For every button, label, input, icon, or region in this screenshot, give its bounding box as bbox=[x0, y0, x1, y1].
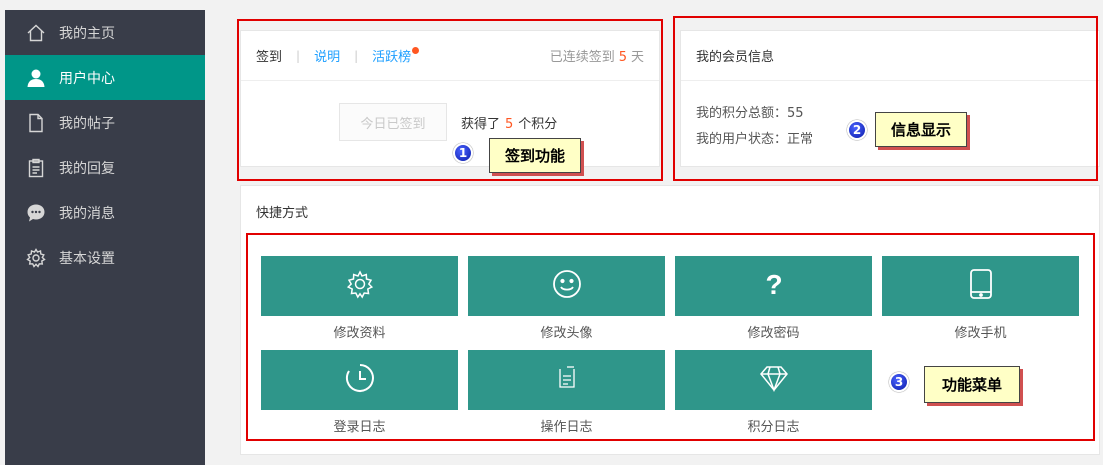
sidebar-item-label: 我的消息 bbox=[59, 205, 115, 222]
annotation-callout-info: 信息显示 bbox=[875, 112, 967, 147]
signin-tabs: 签到 | 说明 | 活跃榜 bbox=[256, 46, 420, 65]
earned-points-text: 获得了 5 个积分 bbox=[461, 113, 557, 132]
annotation-number-1: 1 bbox=[453, 143, 473, 163]
quick-label: 登录日志 bbox=[333, 420, 386, 435]
quick-actions-header: 快捷方式 bbox=[241, 186, 1099, 236]
gear-icon bbox=[25, 247, 47, 269]
gear-icon bbox=[344, 268, 376, 304]
operation-log-button[interactable]: 操作日志 bbox=[468, 350, 665, 435]
clipboard-icon bbox=[25, 157, 47, 179]
streak-days: 5 bbox=[618, 50, 627, 65]
annotation-callout-signin: 签到功能 bbox=[489, 138, 581, 173]
svg-text:?: ? bbox=[765, 269, 782, 300]
clock-icon bbox=[344, 362, 376, 398]
quick-tile: ? bbox=[675, 256, 872, 316]
diamond-icon bbox=[758, 362, 790, 398]
login-log-button[interactable]: 登录日志 bbox=[261, 350, 458, 435]
earned-suffix: 个积分 bbox=[518, 116, 558, 132]
sidebar-item-messages[interactable]: 我的消息 bbox=[5, 190, 205, 235]
tab-divider: | bbox=[354, 48, 359, 63]
edit-avatar-button[interactable]: 修改头像 bbox=[468, 256, 665, 341]
quick-tile bbox=[468, 256, 665, 316]
sidebar-item-label: 用户中心 bbox=[59, 70, 115, 87]
sidebar-item-settings[interactable]: 基本设置 bbox=[5, 235, 205, 280]
quick-label: 修改头像 bbox=[540, 326, 593, 341]
quick-label: 操作日志 bbox=[540, 420, 593, 435]
streak-suffix: 天 bbox=[630, 50, 644, 65]
quick-tile bbox=[882, 256, 1079, 316]
sidebar-item-label: 我的回复 bbox=[59, 160, 115, 177]
sidebar-item-label: 我的主页 bbox=[59, 25, 115, 42]
member-info-header: 我的会员信息 bbox=[681, 31, 1099, 81]
signin-body: 今日已签到 获得了 5 个积分 bbox=[241, 81, 659, 141]
home-icon bbox=[25, 22, 47, 44]
sidebar-item-posts[interactable]: 我的帖子 bbox=[5, 100, 205, 145]
sidebar-item-home[interactable]: 我的主页 bbox=[5, 10, 205, 55]
chat-bubble-icon bbox=[25, 202, 47, 224]
signin-panel-header: 签到 | 说明 | 活跃榜 已连续签到 5 天 bbox=[241, 31, 659, 81]
tab-divider: | bbox=[296, 48, 301, 63]
annotation-callout-menu: 功能菜单 bbox=[924, 366, 1020, 403]
signed-today-button[interactable]: 今日已签到 bbox=[339, 103, 447, 141]
tab-leaderboard-label: 活跃榜 bbox=[372, 50, 412, 65]
quick-actions-panel: 快捷方式 修改资料 修改头像 ? 修改密码 修改手机 登录日志 操作日志 积分日… bbox=[240, 185, 1100, 455]
quick-actions-title: 快捷方式 bbox=[256, 205, 309, 221]
sidebar-item-replies[interactable]: 我的回复 bbox=[5, 145, 205, 190]
change-password-button[interactable]: ? 修改密码 bbox=[675, 256, 872, 341]
tab-leaderboard[interactable]: 活跃榜 bbox=[372, 46, 420, 65]
quick-tile bbox=[261, 350, 458, 410]
earned-points: 5 bbox=[505, 116, 514, 132]
notification-dot bbox=[412, 47, 420, 54]
annotation-number-2: 2 bbox=[847, 120, 867, 140]
annotation-number-3: 3 bbox=[889, 372, 909, 392]
tab-instructions[interactable]: 说明 bbox=[314, 46, 340, 65]
signin-panel: 签到 | 说明 | 活跃榜 已连续签到 5 天 今日已签到 获得了 5 个积分 bbox=[240, 30, 660, 167]
earned-prefix: 获得了 bbox=[461, 116, 501, 132]
quick-tile bbox=[468, 350, 665, 410]
member-info-title: 我的会员信息 bbox=[696, 50, 775, 65]
tab-signin[interactable]: 签到 bbox=[256, 46, 282, 65]
user-icon bbox=[25, 67, 47, 89]
log-icon bbox=[551, 362, 583, 398]
quick-tile bbox=[675, 350, 872, 410]
signin-streak: 已连续签到 5 天 bbox=[550, 46, 644, 65]
quick-label: 修改资料 bbox=[333, 326, 386, 341]
document-icon bbox=[25, 112, 47, 134]
sidebar: 我的主页 用户中心 我的帖子 我的回复 我的消息 基本设置 bbox=[5, 10, 205, 465]
change-phone-button[interactable]: 修改手机 bbox=[882, 256, 1079, 341]
sidebar-item-user-center[interactable]: 用户中心 bbox=[5, 55, 205, 100]
tablet-icon bbox=[965, 268, 997, 304]
edit-profile-button[interactable]: 修改资料 bbox=[261, 256, 458, 341]
quick-tile bbox=[261, 256, 458, 316]
quick-label: 积分日志 bbox=[747, 420, 800, 435]
quick-label: 修改密码 bbox=[747, 326, 800, 341]
points-log-button[interactable]: 积分日志 bbox=[675, 350, 872, 435]
quick-label: 修改手机 bbox=[954, 326, 1007, 341]
sidebar-item-label: 我的帖子 bbox=[59, 115, 115, 132]
question-icon: ? bbox=[758, 268, 790, 304]
smiley-icon bbox=[551, 268, 583, 304]
sidebar-item-label: 基本设置 bbox=[59, 250, 115, 267]
streak-prefix: 已连续签到 bbox=[549, 50, 615, 65]
